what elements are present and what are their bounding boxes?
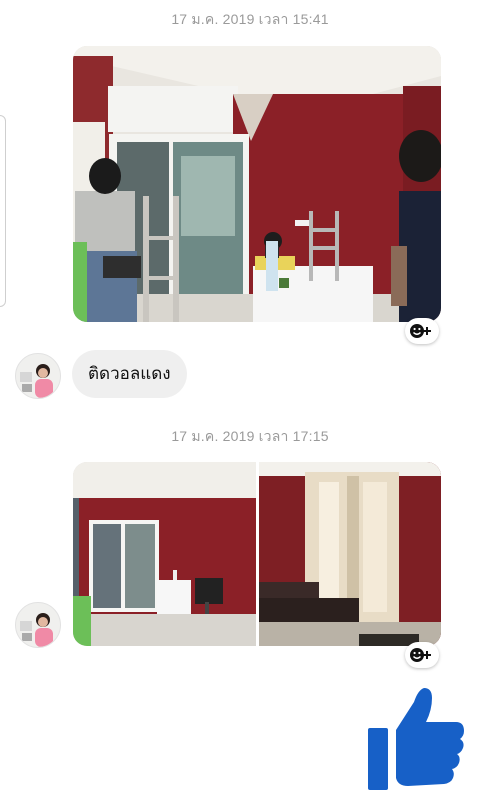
photo-red-wall-room [73, 462, 256, 646]
smiley-add-icon [410, 648, 431, 662]
thumbs-up-icon [368, 688, 464, 790]
contact-avatar[interactable] [15, 353, 61, 399]
photo-room-installation [73, 46, 441, 322]
like-button[interactable] [366, 686, 466, 792]
message-photo[interactable] [73, 462, 256, 646]
message-timestamp: 17 ม.ค. 2019 เวลา 15:41 [171, 11, 329, 27]
message-bubble[interactable]: ติดวอลแดง [72, 350, 187, 398]
message-timestamp: 17 ม.ค. 2019 เวลา 17:15 [171, 428, 329, 444]
message-photo[interactable] [73, 46, 441, 322]
message-photo[interactable] [259, 462, 441, 646]
side-panel-edge [0, 115, 6, 307]
contact-avatar[interactable] [15, 602, 61, 648]
smiley-add-icon [410, 324, 431, 338]
react-button[interactable] [405, 318, 439, 344]
photo-living-room-curtains [259, 462, 441, 646]
react-button[interactable] [405, 642, 439, 668]
